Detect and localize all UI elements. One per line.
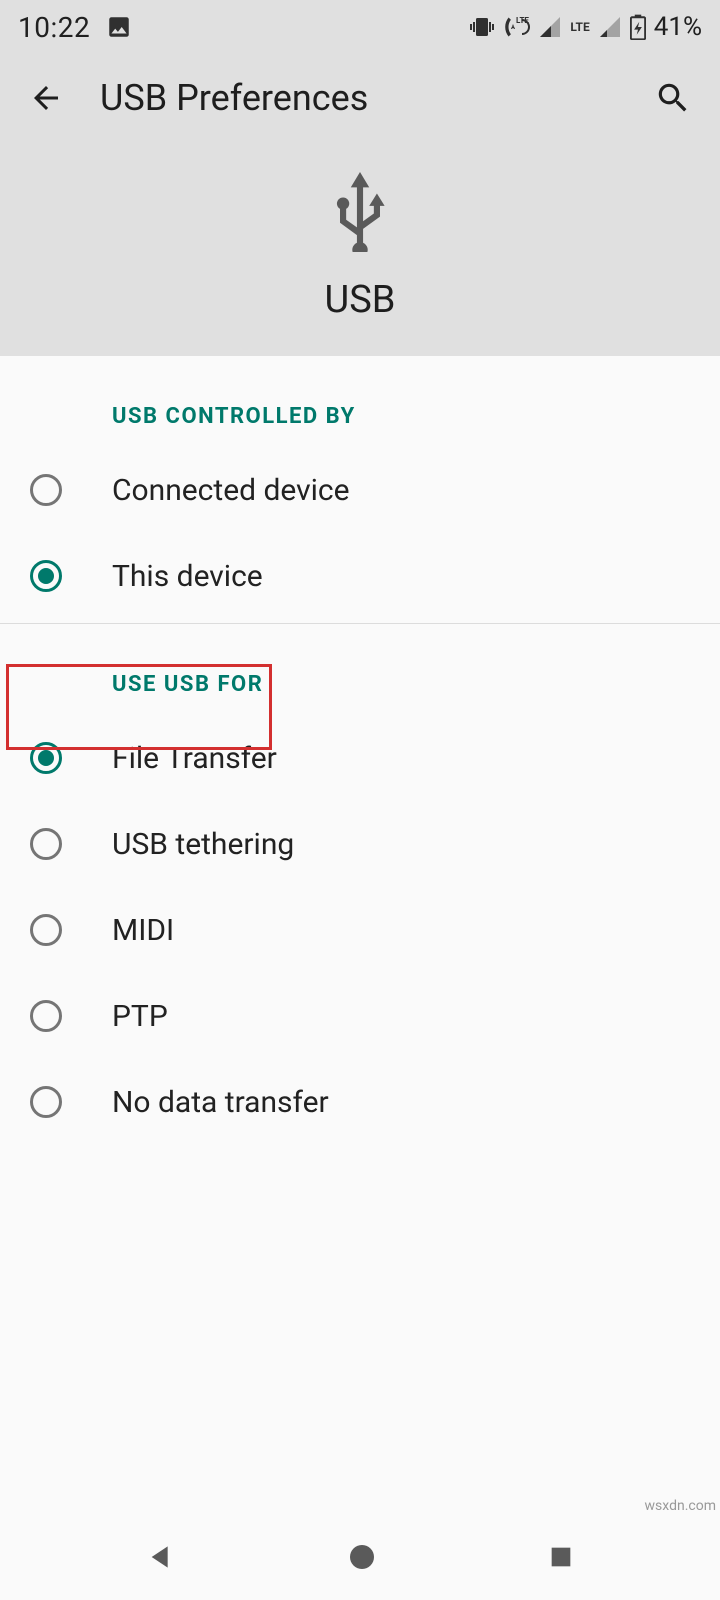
lte-text-icon: LTE	[570, 20, 589, 34]
vibrate-icon	[470, 15, 494, 39]
nav-recent-button[interactable]	[547, 1543, 575, 1571]
radio-icon	[30, 1086, 62, 1118]
radio-label: USB tethering	[112, 827, 294, 862]
radio-usb-tethering[interactable]: USB tethering	[0, 801, 720, 887]
radio-icon	[30, 914, 62, 946]
watermark: wsxdn.com	[645, 1498, 716, 1514]
image-icon	[106, 14, 132, 40]
nav-home-button[interactable]	[346, 1541, 378, 1573]
hero-section: USB	[0, 142, 720, 356]
usb-icon	[332, 172, 388, 256]
volte-icon: LTE	[502, 15, 530, 39]
app-bar: USB Preferences	[0, 54, 720, 142]
nav-back-button[interactable]	[145, 1541, 177, 1573]
search-icon	[654, 79, 692, 117]
section-header-use-for: USE USB FOR	[0, 624, 720, 715]
radio-icon	[30, 828, 62, 860]
search-button[interactable]	[654, 79, 692, 117]
radio-label: File Transfer	[112, 741, 277, 776]
radio-label: This device	[112, 559, 263, 594]
battery-charging-icon	[630, 14, 646, 40]
radio-midi[interactable]: MIDI	[0, 887, 720, 973]
circle-home-icon	[346, 1541, 378, 1573]
back-button[interactable]	[28, 80, 64, 116]
svg-text:LTE: LTE	[516, 16, 529, 25]
radio-icon	[30, 560, 62, 592]
signal-2-icon	[598, 15, 622, 39]
navigation-bar	[0, 1514, 720, 1600]
radio-file-transfer[interactable]: File Transfer	[0, 715, 720, 801]
arrow-back-icon	[28, 80, 64, 116]
radio-icon	[30, 742, 62, 774]
section-header-controlled-by: USB CONTROLLED BY	[0, 356, 720, 447]
radio-label: MIDI	[112, 913, 174, 948]
signal-1-icon	[538, 15, 562, 39]
triangle-back-icon	[145, 1541, 177, 1573]
status-time: 10:22	[18, 11, 90, 44]
radio-label: Connected device	[112, 473, 350, 508]
square-recent-icon	[547, 1543, 575, 1571]
radio-this-device[interactable]: This device	[0, 533, 720, 619]
page-title: USB Preferences	[100, 77, 618, 119]
radio-icon	[30, 1000, 62, 1032]
radio-icon	[30, 474, 62, 506]
status-bar: 10:22 LTE LTE 41%	[0, 0, 720, 54]
radio-label: No data transfer	[112, 1085, 329, 1120]
radio-no-data-transfer[interactable]: No data transfer	[0, 1059, 720, 1145]
radio-label: PTP	[112, 999, 168, 1034]
hero-label: USB	[325, 278, 396, 322]
battery-percentage: 41%	[654, 12, 702, 42]
radio-ptp[interactable]: PTP	[0, 973, 720, 1059]
radio-connected-device[interactable]: Connected device	[0, 447, 720, 533]
